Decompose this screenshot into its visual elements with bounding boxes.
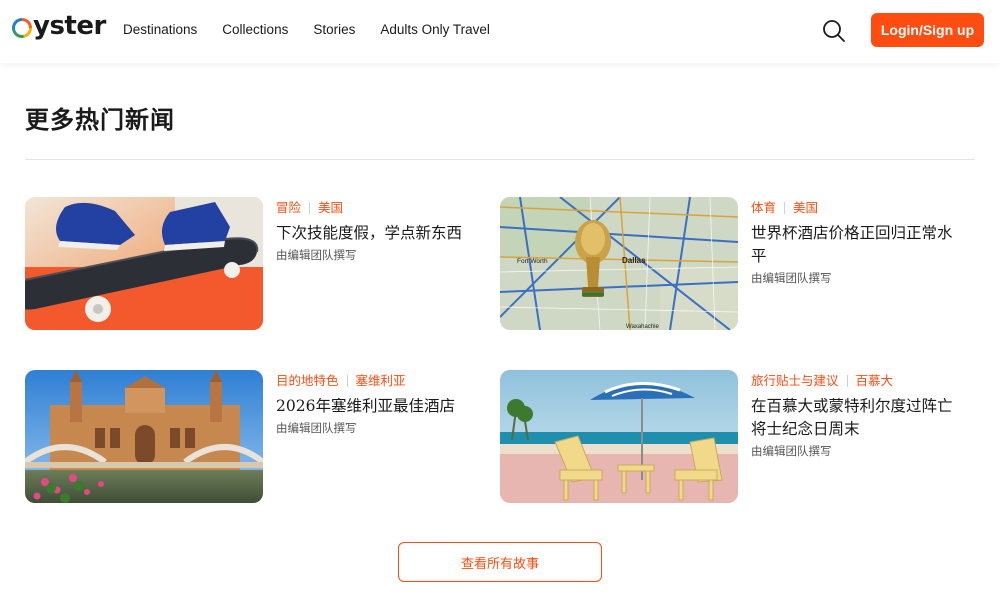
tag-separator xyxy=(309,202,311,214)
section-title: 更多热门新闻 xyxy=(25,107,175,134)
map-label-waxahachie: Waxahachie xyxy=(626,324,659,330)
map-label-dallas: Dallas xyxy=(622,256,646,265)
card-byline: 由编辑团队撰写 xyxy=(751,446,832,458)
search-button[interactable] xyxy=(822,19,846,43)
nav-collections[interactable]: Collections xyxy=(222,22,288,37)
main-nav: Destinations Collections Stories Adults … xyxy=(123,22,515,37)
card-headline[interactable]: 在百慕大或蒙特利尔度过阵亡将士纪念日周末 xyxy=(751,395,961,441)
tag-location[interactable]: 美国 xyxy=(793,199,818,217)
section-divider xyxy=(25,159,975,160)
card-tags: 冒险 美国 xyxy=(276,199,486,217)
seville-plaza-photo[interactable] xyxy=(25,370,263,503)
card-meta: 体育 美国 世界杯酒店价格正回归正常水平 由编辑团队撰写 xyxy=(751,199,961,287)
dallas-map-trophy-photo[interactable]: Fort Worth Dallas Waxahachie xyxy=(500,197,738,330)
card-headline[interactable]: 下次技能度假，学点新东西 xyxy=(276,222,486,245)
card-tags: 目的地特色 塞维利亚 xyxy=(276,372,486,390)
tag-location[interactable]: 塞维利亚 xyxy=(356,372,406,390)
story-card[interactable]: 冒险 美国 下次技能度假，学点新东西 由编辑团队撰写 xyxy=(25,197,500,332)
story-card[interactable]: 目的地特色 塞维利亚 2026年塞维利亚最佳酒店 由编辑团队撰写 xyxy=(25,370,500,505)
beach-umbrella-chairs-photo[interactable] xyxy=(500,370,738,503)
tag-separator xyxy=(346,375,348,387)
card-tags: 体育 美国 xyxy=(751,199,961,217)
skateboard-photo[interactable] xyxy=(25,197,263,330)
nav-stories[interactable]: Stories xyxy=(313,22,355,37)
story-card[interactable]: 旅行贴士与建议 百慕大 在百慕大或蒙特利尔度过阵亡将士纪念日周末 由编辑团队撰写 xyxy=(500,370,975,505)
view-all-stories-button[interactable]: 查看所有故事 xyxy=(398,542,602,582)
card-meta: 旅行贴士与建议 百慕大 在百慕大或蒙特利尔度过阵亡将士纪念日周末 由编辑团队撰写 xyxy=(751,372,961,460)
nav-destinations[interactable]: Destinations xyxy=(123,22,197,37)
tag-category[interactable]: 目的地特色 xyxy=(276,372,339,390)
card-headline[interactable]: 2026年塞维利亚最佳酒店 xyxy=(276,395,486,418)
tag-category[interactable]: 冒险 xyxy=(276,199,301,217)
card-headline[interactable]: 世界杯酒店价格正回归正常水平 xyxy=(751,222,961,268)
tag-separator xyxy=(784,202,786,214)
logo-o-ring xyxy=(12,18,32,38)
tag-category[interactable]: 旅行贴士与建议 xyxy=(751,372,839,390)
card-byline: 由编辑团队撰写 xyxy=(276,423,357,435)
story-card[interactable]: Fort Worth Dallas Waxahachie 体育 美国 世界杯酒店… xyxy=(500,197,975,332)
login-signup-button[interactable]: Login/Sign up xyxy=(871,13,984,47)
nav-adults-only-travel[interactable]: Adults Only Travel xyxy=(380,22,490,37)
logo-text: yster xyxy=(33,11,106,41)
tag-location[interactable]: 美国 xyxy=(318,199,343,217)
tag-location[interactable]: 百慕大 xyxy=(856,372,894,390)
search-icon xyxy=(823,20,845,42)
card-meta: 目的地特色 塞维利亚 2026年塞维利亚最佳酒店 由编辑团队撰写 xyxy=(276,372,486,437)
site-header: yster Destinations Collections Stories A… xyxy=(0,0,1000,63)
card-byline: 由编辑团队撰写 xyxy=(276,250,357,262)
tag-separator xyxy=(846,375,848,387)
tag-category[interactable]: 体育 xyxy=(751,199,776,217)
card-byline: 由编辑团队撰写 xyxy=(751,273,832,285)
map-label-fort-worth: Fort Worth xyxy=(517,258,548,265)
oyster-logo[interactable]: yster xyxy=(12,13,106,39)
card-meta: 冒险 美国 下次技能度假，学点新东西 由编辑团队撰写 xyxy=(276,199,486,264)
card-tags: 旅行贴士与建议 百慕大 xyxy=(751,372,961,390)
